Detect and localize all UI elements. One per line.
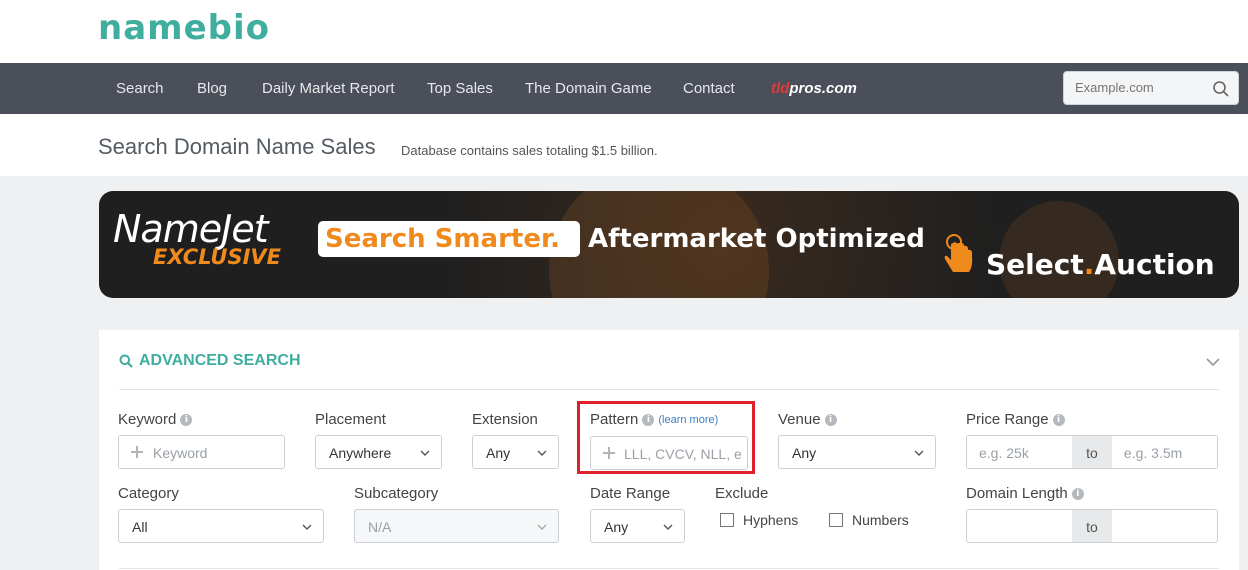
placement-label: Placement [315, 411, 386, 428]
chevron-down-icon [663, 524, 673, 530]
date-range-select[interactable]: Any [590, 509, 685, 543]
category-value: All [132, 519, 148, 535]
extension-label: Extension [472, 411, 538, 428]
price-range-label-text: Price Range [966, 411, 1049, 428]
page-subtitle: Database contains sales totaling $1.5 bi… [401, 143, 658, 158]
chevron-down-icon [537, 450, 547, 456]
exclude-label: Exclude [715, 485, 769, 502]
domain-length-label-text: Domain Length [966, 485, 1068, 502]
date-range-value: Any [604, 519, 629, 535]
page-title: Search Domain Name Sales [98, 134, 376, 159]
plus-icon [131, 446, 143, 458]
price-range-label: Price Range i [966, 411, 1065, 428]
search-icon [119, 354, 133, 368]
checkbox-box[interactable] [829, 513, 843, 527]
banner-cta: Select.Auction [986, 248, 1215, 281]
main-nav: Search Blog Daily Market Report Top Sale… [0, 63, 1248, 114]
advanced-search-toggle[interactable]: ADVANCED SEARCH [119, 352, 301, 370]
venue-label: Venue i [778, 411, 837, 428]
info-icon[interactable]: i [180, 413, 193, 426]
price-max-input[interactable]: e.g. 3.5m [1112, 436, 1217, 468]
keyword-label-text: Keyword [118, 411, 177, 428]
checkbox-box[interactable] [720, 513, 734, 527]
chevron-down-icon [302, 524, 312, 530]
chevron-down-icon [537, 524, 547, 530]
keyword-placeholder: Keyword [153, 445, 208, 461]
tldpros-suffix: pros.com [789, 80, 857, 97]
pattern-highlight-box [577, 401, 755, 474]
nav-top-sales[interactable]: Top Sales [427, 80, 493, 97]
placement-value: Anywhere [329, 445, 392, 461]
cta-a: Select [986, 248, 1084, 281]
headline-dot: . [550, 224, 560, 254]
subcategory-label: Subcategory [354, 485, 439, 502]
price-range-to: to [1072, 436, 1112, 468]
cta-b: Auction [1094, 248, 1215, 281]
length-max-input[interactable] [1112, 510, 1217, 542]
tldpros-tld: tld [771, 80, 790, 97]
domain-search-input[interactable] [1075, 80, 1205, 95]
domain-length-inputs: to [966, 509, 1218, 543]
chevron-down-icon [914, 450, 924, 456]
top-bar: namebio [0, 0, 1248, 63]
info-icon[interactable]: i [1071, 487, 1084, 500]
banner-headline-a: Search Smarter. [325, 224, 560, 254]
info-icon[interactable]: i [824, 413, 837, 426]
chevron-down-icon[interactable] [1205, 354, 1221, 370]
exclude-hyphens-checkbox[interactable]: Hyphens [720, 512, 798, 528]
domain-length-to: to [1072, 510, 1112, 542]
namejet-banner-ad[interactable]: NameJet EXCLUSIVE Search Smarter. Afterm… [99, 191, 1239, 298]
extension-value: Any [486, 445, 511, 461]
subcategory-value: N/A [368, 519, 392, 535]
price-range-inputs: e.g. 25k to e.g. 3.5m [966, 435, 1218, 469]
advanced-search-title: ADVANCED SEARCH [139, 352, 301, 369]
keyword-field[interactable]: Keyword [118, 435, 285, 469]
nav-domain-game[interactable]: The Domain Game [525, 80, 652, 97]
placement-select[interactable]: Anywhere [315, 435, 442, 469]
nav-blog[interactable]: Blog [197, 80, 227, 97]
keyword-label: Keyword i [118, 411, 193, 428]
numbers-label: Numbers [852, 512, 909, 528]
page-header: Search Domain Name Sales Database contai… [0, 114, 1248, 176]
banner-headline-b: Aftermarket Optimized [588, 224, 925, 254]
length-min-input[interactable] [967, 510, 1072, 542]
venue-value: Any [792, 445, 817, 461]
price-min-input[interactable]: e.g. 25k [967, 436, 1072, 468]
namebio-logo[interactable]: namebio [98, 8, 270, 48]
category-select[interactable]: All [118, 509, 324, 543]
hyphens-label: Hyphens [743, 512, 799, 528]
namejet-exclusive-tag: EXCLUSIVE [153, 245, 282, 269]
nav-tldpros-link[interactable]: tldpros.com [771, 80, 857, 97]
divider [119, 568, 1219, 569]
nav-search[interactable]: Search [116, 80, 164, 97]
pointer-hand-icon [944, 234, 973, 272]
info-icon[interactable]: i [1052, 413, 1065, 426]
nav-contact[interactable]: Contact [683, 80, 735, 97]
search-icon[interactable] [1212, 80, 1230, 98]
domain-length-label: Domain Length i [966, 485, 1084, 502]
headline-a-text: Search Smarter [325, 224, 551, 254]
category-label: Category [118, 485, 179, 502]
venue-label-text: Venue [778, 411, 821, 428]
extension-select[interactable]: Any [472, 435, 559, 469]
date-range-label: Date Range [590, 485, 671, 502]
domain-search-box [1063, 71, 1239, 105]
venue-select[interactable]: Any [778, 435, 936, 469]
exclude-numbers-checkbox[interactable]: Numbers [829, 512, 909, 528]
chevron-down-icon [420, 450, 430, 456]
divider [119, 389, 1219, 390]
cta-dot: . [1083, 248, 1095, 281]
nav-daily-market-report[interactable]: Daily Market Report [262, 80, 395, 97]
subcategory-select[interactable]: N/A [354, 509, 559, 543]
